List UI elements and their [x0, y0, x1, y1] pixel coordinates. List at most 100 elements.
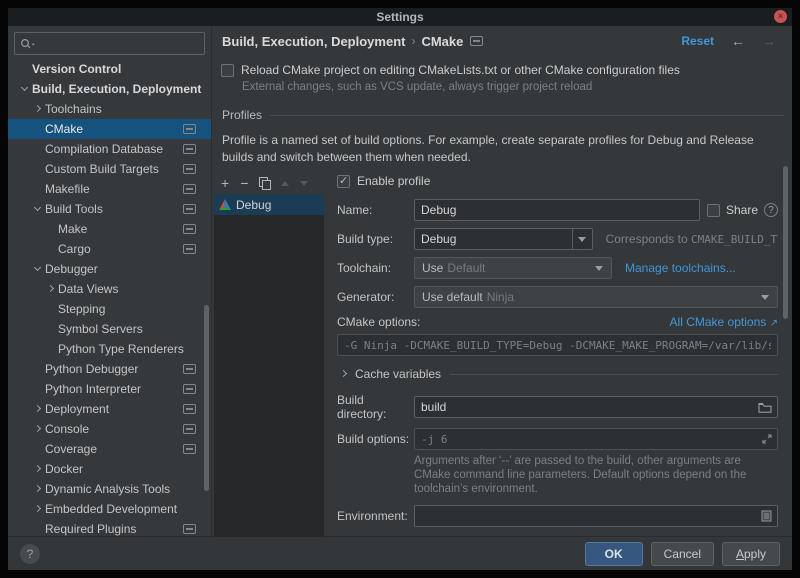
sidebar-item-toolchains[interactable]: Toolchains	[8, 99, 211, 119]
project-settings-icon	[183, 184, 196, 194]
sidebar-item-stepping[interactable]: Stepping	[8, 299, 211, 319]
sidebar-item-console[interactable]: Console	[8, 419, 211, 439]
sidebar-item-cargo[interactable]: Cargo	[8, 239, 211, 259]
build-options-hint: Arguments after ‘--’ are passed to the b…	[414, 454, 766, 496]
sidebar-item-version-control[interactable]: Version Control	[8, 59, 211, 79]
remove-profile-icon[interactable]: −	[240, 176, 248, 190]
sidebar-item-coverage[interactable]: Coverage	[8, 439, 211, 459]
sidebar-item-python-debugger[interactable]: Python Debugger	[8, 359, 211, 379]
expand-icon[interactable]	[762, 434, 772, 444]
toolchain-dropdown[interactable]: Use Default	[414, 257, 612, 279]
chevron-spacer	[31, 143, 45, 155]
project-settings-icon	[183, 404, 196, 414]
sidebar-item-data-views[interactable]: Data Views	[8, 279, 211, 299]
back-arrow-icon[interactable]: ←	[731, 33, 745, 49]
sidebar-item-required-plugins[interactable]: Required Plugins	[8, 519, 211, 539]
folder-icon[interactable]	[758, 402, 772, 413]
sidebar-item-label: Data Views	[58, 282, 118, 296]
apply-button[interactable]: Apply	[722, 542, 780, 566]
copy-profile-icon[interactable]	[259, 177, 270, 189]
sidebar-item-build-execution-deployment[interactable]: Build, Execution, Deployment	[8, 79, 211, 99]
sidebar-item-compilation-database[interactable]: Compilation Database	[8, 139, 211, 159]
search-input[interactable]	[38, 37, 199, 51]
reset-button[interactable]: Reset	[681, 34, 714, 48]
profile-form: Enable profile Name: Share ? Build type:	[324, 173, 792, 537]
chevron-right-icon[interactable]	[31, 483, 45, 495]
content-scrollbar[interactable]	[783, 166, 788, 319]
build-type-note: Corresponds to	[606, 232, 688, 246]
breadcrumb-separator: ›	[411, 34, 415, 48]
enable-profile-checkbox[interactable]	[337, 175, 350, 188]
build-directory-field[interactable]	[415, 397, 758, 417]
sidebar-item-makefile[interactable]: Makefile	[8, 179, 211, 199]
chevron-spacer	[44, 223, 58, 235]
cancel-button[interactable]: Cancel	[651, 542, 714, 566]
chevron-right-icon[interactable]	[31, 503, 45, 515]
sidebar-item-label: Build Tools	[45, 202, 103, 216]
search-box[interactable]	[14, 32, 205, 55]
sidebar-item-embedded-development[interactable]: Embedded Development	[8, 499, 211, 519]
sidebar-scrollbar[interactable]	[204, 305, 209, 491]
sidebar-item-dynamic-analysis-tools[interactable]: Dynamic Analysis Tools	[8, 479, 211, 499]
chevron-spacer	[31, 383, 45, 395]
sidebar-item-label: Dynamic Analysis Tools	[45, 482, 170, 496]
cmake-options-field[interactable]	[338, 335, 777, 355]
sidebar-item-make[interactable]: Make	[8, 219, 211, 239]
sidebar-item-label: Embedded Development	[45, 502, 177, 516]
chevron-down-icon[interactable]	[31, 263, 45, 275]
environment-field[interactable]	[415, 506, 761, 526]
sidebar-item-label: Cargo	[58, 242, 91, 256]
share-help-icon[interactable]: ?	[764, 203, 778, 217]
manage-toolchains-link[interactable]: Manage toolchains...	[625, 261, 736, 275]
sidebar-item-python-interpreter[interactable]: Python Interpreter	[8, 379, 211, 399]
sidebar-item-label: Deployment	[45, 402, 109, 416]
sidebar-item-deployment[interactable]: Deployment	[8, 399, 211, 419]
chevron-right-icon	[337, 368, 351, 380]
settings-window: Settings × Version ControlBuild, Executi…	[8, 8, 792, 570]
add-profile-icon[interactable]: +	[221, 176, 229, 190]
project-settings-icon	[183, 384, 196, 394]
chevron-right-icon[interactable]	[31, 463, 45, 475]
sidebar-item-python-type-renderers[interactable]: Python Type Renderers	[8, 339, 211, 359]
project-settings-icon	[183, 124, 196, 134]
chevron-down-icon[interactable]	[31, 203, 45, 215]
breadcrumb-current: CMake	[421, 34, 463, 49]
chevron-down-icon	[595, 266, 603, 271]
profile-item-debug[interactable]: Debug	[214, 194, 324, 215]
chevron-right-icon[interactable]	[31, 403, 45, 415]
generator-dropdown[interactable]: Use default Ninja	[414, 286, 778, 308]
sidebar-item-custom-build-targets[interactable]: Custom Build Targets	[8, 159, 211, 179]
all-cmake-options-link[interactable]: All CMake options ↗	[670, 315, 778, 329]
sidebar-item-docker[interactable]: Docker	[8, 459, 211, 479]
forward-arrow-icon: →	[762, 33, 776, 49]
sidebar-item-label: Coverage	[45, 442, 97, 456]
enable-profile-label: Enable profile	[357, 174, 430, 188]
project-settings-icon	[183, 204, 196, 214]
move-up-icon	[281, 181, 289, 186]
close-icon[interactable]: ×	[774, 10, 787, 23]
ok-button[interactable]: OK	[585, 542, 643, 566]
reload-cmake-checkbox[interactable]	[221, 64, 234, 77]
chevron-down-icon[interactable]	[572, 229, 592, 249]
variables-list-icon[interactable]	[761, 510, 772, 522]
sidebar-item-label: Debugger	[45, 262, 98, 276]
sidebar-item-debugger[interactable]: Debugger	[8, 259, 211, 279]
chevron-down-icon[interactable]	[18, 83, 32, 95]
cache-variables-toggle[interactable]: Cache variables	[337, 367, 778, 381]
breadcrumb-parent[interactable]: Build, Execution, Deployment	[222, 34, 405, 49]
chevron-right-icon[interactable]	[31, 103, 45, 115]
build-type-note-code: CMAKE_BUILD_TYPE	[691, 233, 778, 246]
name-field[interactable]	[414, 199, 700, 221]
sidebar-item-symbol-servers[interactable]: Symbol Servers	[8, 319, 211, 339]
project-settings-icon	[183, 224, 196, 234]
build-options-field[interactable]	[415, 429, 762, 449]
share-checkbox[interactable]	[707, 204, 720, 217]
sidebar-item-build-tools[interactable]: Build Tools	[8, 199, 211, 219]
chevron-right-icon[interactable]	[44, 283, 58, 295]
chevron-spacer	[44, 303, 58, 315]
sidebar-item-label: Version Control	[32, 62, 121, 76]
sidebar-item-cmake[interactable]: CMake	[8, 119, 211, 139]
build-type-dropdown[interactable]: Debug	[414, 228, 593, 250]
chevron-right-icon[interactable]	[31, 423, 45, 435]
help-icon[interactable]: ?	[20, 544, 40, 564]
